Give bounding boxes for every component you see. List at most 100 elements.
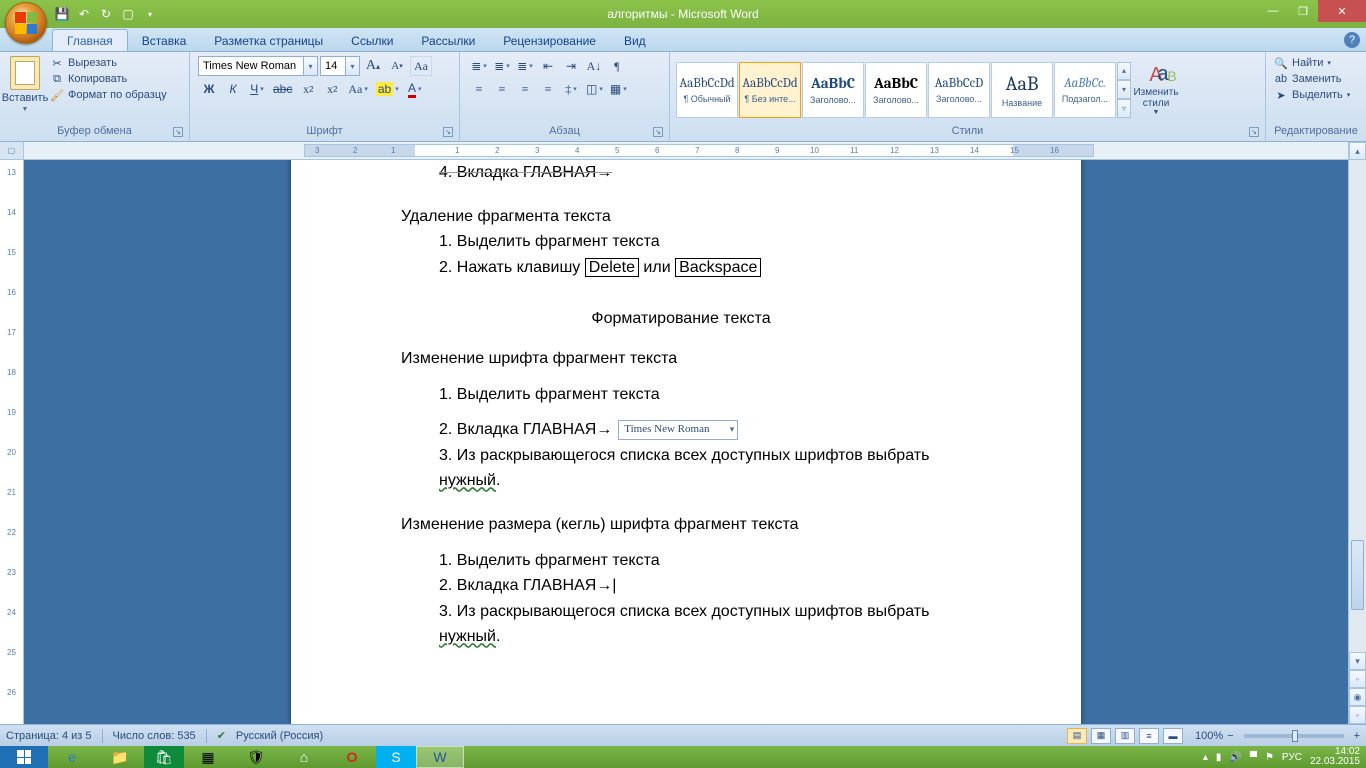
save-icon[interactable]: 💾 [52, 4, 72, 24]
style-heading3[interactable]: AaBbCcDЗаголово... [928, 62, 990, 118]
tab-references[interactable]: Ссылки [337, 30, 407, 51]
sort-button[interactable]: A↓ [583, 56, 605, 76]
scroll-up-icon[interactable]: ▴ [1349, 142, 1366, 160]
taskbar-shield-icon[interactable]: 🛡 [232, 746, 280, 768]
subscript-button[interactable]: x2 [297, 79, 319, 99]
paragraph-launcher[interactable]: ↘ [653, 127, 663, 137]
tray-flag-icon[interactable]: ⚑ [1265, 752, 1274, 763]
undo-icon[interactable]: ↶ [74, 4, 94, 24]
next-page-icon[interactable]: ◦ [1349, 706, 1366, 724]
tray-battery-icon[interactable]: ▮ [1216, 752, 1222, 763]
tab-page-layout[interactable]: Разметка страницы [200, 30, 337, 51]
styles-scrollbar[interactable]: ▴▾▿ [1117, 62, 1131, 118]
zoom-slider[interactable] [1244, 734, 1344, 738]
tab-mailings[interactable]: Рассылки [407, 30, 489, 51]
italic-button[interactable]: К [222, 79, 244, 99]
scroll-down-icon[interactable]: ▾ [1349, 652, 1366, 670]
highlight-button[interactable]: ab▾ [373, 79, 402, 99]
zoom-level[interactable]: 100% [1195, 730, 1223, 742]
format-painter-button[interactable]: 🖌Формат по образцу [50, 88, 167, 102]
indent-dec-button[interactable]: ⇤ [537, 56, 559, 76]
tab-insert[interactable]: Вставка [128, 30, 201, 51]
style-no-spacing[interactable]: AaBbCcDd¶ Без инте... [739, 62, 801, 118]
browse-object-icon[interactable]: ◉ [1349, 688, 1366, 706]
clear-format-button[interactable]: Aa [410, 56, 432, 76]
select-button[interactable]: ➤Выделить ▾ [1274, 88, 1350, 102]
taskbar-skype-icon[interactable]: S [376, 746, 416, 768]
view-draft[interactable]: ▬ [1163, 728, 1183, 744]
superscript-button[interactable]: x2 [321, 79, 343, 99]
font-size-combo[interactable]: 14▾ [320, 56, 360, 76]
help-icon[interactable]: ? [1344, 32, 1360, 48]
tray-network-icon[interactable]: ▀ [1250, 752, 1257, 763]
qat-more-icon[interactable]: ▾ [140, 4, 160, 24]
replace-button[interactable]: abЗаменить [1274, 72, 1350, 86]
font-name-combo[interactable]: Times New Roman▾ [198, 56, 318, 76]
close-button[interactable]: ✕ [1318, 0, 1366, 22]
line-spacing-button[interactable]: ‡▾ [560, 79, 582, 99]
ruler-corner-icon[interactable]: ▢ [0, 142, 23, 160]
zoom-in-button[interactable]: + [1354, 730, 1360, 742]
underline-button[interactable]: Ч▾ [246, 79, 268, 99]
document-viewport[interactable]: 4. Вкладка ГЛАВНАЯ→ Удаление фрагмента т… [24, 160, 1348, 724]
numbering-button[interactable]: ≣▾ [491, 56, 513, 76]
bullets-button[interactable]: ≣▾ [468, 56, 490, 76]
style-title[interactable]: AaBНазвание [991, 62, 1053, 118]
prev-page-icon[interactable]: ◦ [1349, 670, 1366, 688]
change-case-button[interactable]: Aa▾ [345, 79, 371, 99]
borders-button[interactable]: ▦▾ [607, 79, 630, 99]
view-web[interactable]: ▥ [1115, 728, 1135, 744]
style-heading1[interactable]: AaBbCЗаголово... [802, 62, 864, 118]
tray-sound-icon[interactable]: 🔊 [1229, 752, 1241, 763]
tray-up-icon[interactable]: ▴ [1203, 752, 1208, 763]
font-launcher[interactable]: ↘ [443, 127, 453, 137]
tab-home[interactable]: Главная [52, 29, 128, 51]
change-styles-button[interactable]: AaB Изменить стили▼ [1131, 63, 1181, 116]
paste-button[interactable]: Вставить ▼ [4, 54, 46, 115]
style-normal[interactable]: AaBbCcDd¶ Обычный [676, 62, 738, 118]
grow-font-button[interactable]: A▴ [362, 56, 384, 76]
strike-button[interactable]: abc [270, 79, 295, 99]
tab-view[interactable]: Вид [610, 30, 660, 51]
tab-review[interactable]: Рецензирование [489, 30, 610, 51]
status-page[interactable]: Страница: 4 из 5 [6, 730, 92, 742]
new-doc-icon[interactable]: ▢ [118, 4, 138, 24]
copy-button[interactable]: ⧉Копировать [50, 72, 167, 86]
taskbar-store-icon[interactable]: 🛍 [144, 746, 184, 768]
show-marks-button[interactable]: ¶ [606, 56, 628, 76]
redo-icon[interactable]: ↻ [96, 4, 116, 24]
taskbar-app1-icon[interactable]: ▦ [184, 746, 232, 768]
tray-language[interactable]: РУС [1282, 752, 1302, 763]
align-justify-button[interactable]: ≡ [537, 79, 559, 99]
styles-launcher[interactable]: ↘ [1249, 127, 1259, 137]
vertical-scrollbar[interactable]: ▴ ▾ ◦ ◉ ◦ [1348, 142, 1366, 724]
style-heading2[interactable]: AaBbCЗаголово... [865, 62, 927, 118]
clipboard-launcher[interactable]: ↘ [173, 127, 183, 137]
office-button[interactable] [5, 2, 47, 44]
taskbar-home-icon[interactable]: ⌂ [280, 746, 328, 768]
spellcheck-icon[interactable]: ✔ [217, 729, 226, 742]
align-left-button[interactable]: ≡ [468, 79, 490, 99]
view-print-layout[interactable]: ▤ [1067, 728, 1087, 744]
view-outline[interactable]: ≡ [1139, 728, 1159, 744]
find-button[interactable]: 🔍Найти ▾ [1274, 56, 1350, 70]
tray-clock[interactable]: 14:0222.03.2015 [1310, 747, 1360, 767]
status-words[interactable]: Число слов: 535 [113, 730, 196, 742]
taskbar-word-icon[interactable]: W [416, 746, 464, 768]
status-language[interactable]: Русский (Россия) [236, 730, 323, 742]
taskbar-ie-icon[interactable]: e [48, 746, 96, 768]
indent-inc-button[interactable]: ⇥ [560, 56, 582, 76]
shading-button[interactable]: ◫▾ [583, 79, 606, 99]
align-center-button[interactable]: ≡ [491, 79, 513, 99]
zoom-out-button[interactable]: − [1227, 730, 1233, 742]
taskbar-explorer-icon[interactable]: 📁 [96, 746, 144, 768]
maximize-button[interactable]: ❐ [1288, 0, 1318, 22]
shrink-font-button[interactable]: A▾ [386, 56, 408, 76]
font-color-button[interactable]: A▾ [404, 79, 426, 99]
taskbar-opera-icon[interactable]: O [328, 746, 376, 768]
cut-button[interactable]: ✂Вырезать [50, 56, 167, 70]
style-subtitle[interactable]: AaBbCc.Подзагол... [1054, 62, 1116, 118]
align-right-button[interactable]: ≡ [514, 79, 536, 99]
document-page[interactable]: 4. Вкладка ГЛАВНАЯ→ Удаление фрагмента т… [291, 160, 1081, 724]
scroll-thumb[interactable] [1351, 540, 1364, 610]
